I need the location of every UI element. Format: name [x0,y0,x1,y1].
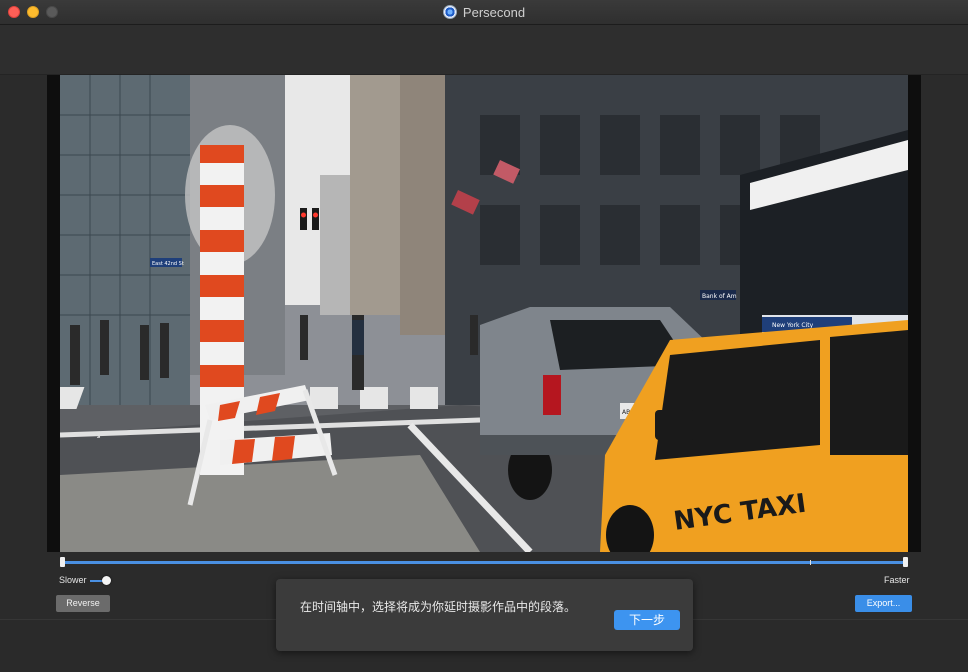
slower-label: Slower [59,575,87,585]
street-sign-text: East 42nd St [152,261,184,267]
window-title: Persecond [462,4,526,20]
reverse-button[interactable]: Reverse [56,595,110,612]
toolbar [0,25,968,75]
timeline-end-handle[interactable] [903,557,908,567]
next-step-button[interactable]: 下一步 [614,610,680,630]
onboarding-tip: 在时间轴中，选择将成为你延时摄影作品中的段落。 下一步 [276,579,693,651]
timeline[interactable] [60,557,908,569]
video-preview[interactable]: East 42nd St New York City NYC TAXI Bank… [47,75,921,552]
speed-slider[interactable] [90,576,111,585]
pointer-cursor-icon: ↘ [93,430,102,441]
onboarding-tip-text: 在时间轴中，选择将成为你延时摄影作品中的段落。 [300,600,577,614]
speed-slider-knob[interactable] [102,576,111,585]
timeline-selection-track[interactable] [60,561,908,564]
street-scene-image: East 42nd St New York City NYC TAXI Bank… [60,75,908,552]
window-title-group: Persecond [0,0,968,24]
export-button[interactable]: Export... [855,595,912,612]
shop-sign-text: Bank of Am [702,293,737,300]
faster-label: Faster [884,575,910,585]
title-bar: Persecond [0,0,968,25]
bus-text: New York City [772,322,814,329]
timeline-start-handle[interactable] [60,557,65,567]
video-frame: East 42nd St New York City NYC TAXI Bank… [60,75,908,552]
persecond-app-icon [442,5,457,19]
timeline-playhead[interactable] [810,560,812,565]
